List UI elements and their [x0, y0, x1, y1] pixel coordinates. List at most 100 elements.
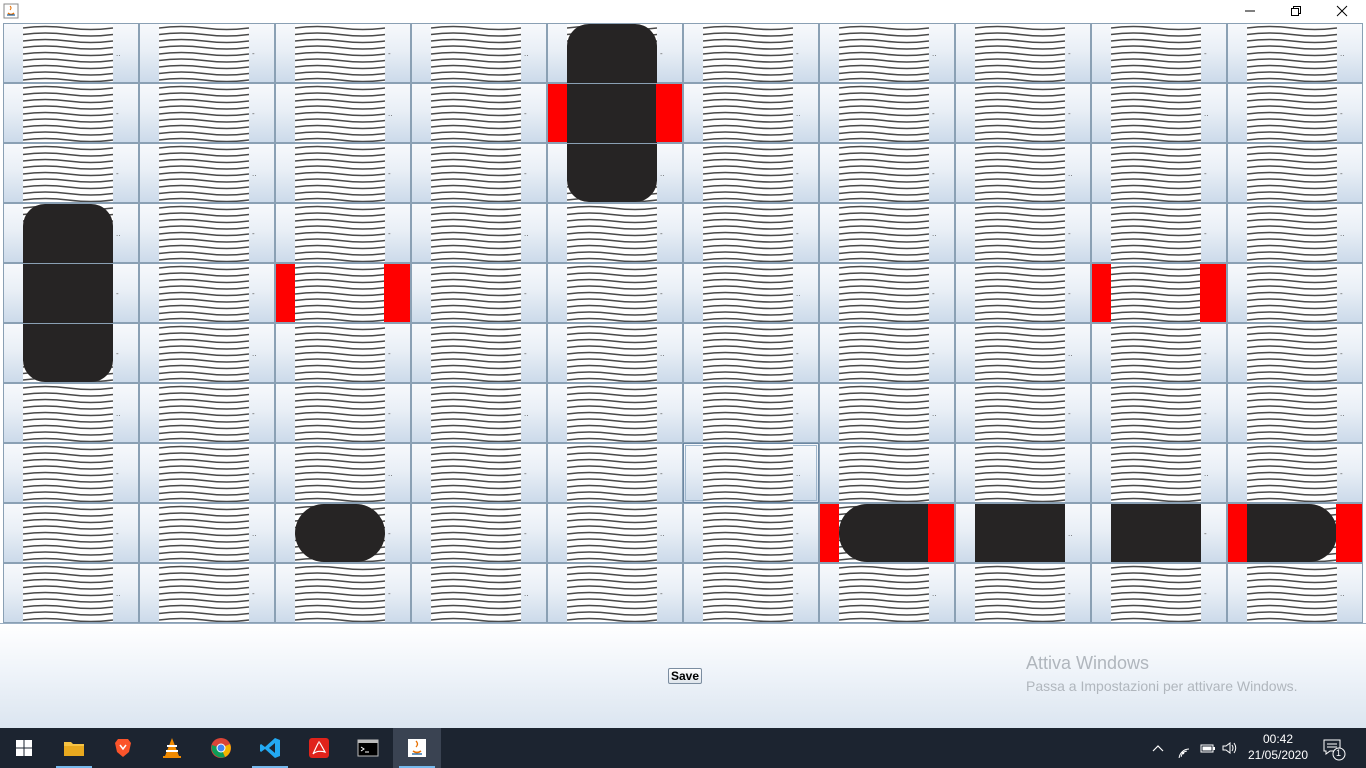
board-cell[interactable]: .. — [3, 563, 139, 623]
board-cell[interactable]: - — [411, 83, 547, 143]
board-cell[interactable]: - — [547, 443, 683, 503]
board-cell[interactable]: - — [1227, 83, 1363, 143]
board-cell[interactable]: - — [683, 323, 819, 383]
board-cell[interactable]: .. — [139, 323, 275, 383]
board-cell[interactable]: - — [1227, 323, 1363, 383]
board-cell[interactable]: - — [819, 143, 955, 203]
board-cell[interactable]: .. — [955, 143, 1091, 203]
board-cell[interactable]: - — [411, 443, 547, 503]
board-cell[interactable]: - — [683, 503, 819, 563]
board-cell[interactable]: .. — [1227, 203, 1363, 263]
notification-center-button[interactable]: 1 — [1322, 737, 1346, 761]
board-cell[interactable]: - — [3, 83, 139, 143]
taskbar-app-vlc[interactable] — [148, 728, 196, 768]
board-cell[interactable]: - — [1227, 263, 1363, 323]
board-cell[interactable]: - — [139, 383, 275, 443]
board-cell[interactable]: - — [275, 323, 411, 383]
close-button[interactable] — [1319, 0, 1365, 22]
board-cell[interactable]: - — [955, 203, 1091, 263]
board-cell[interactable]: .. — [411, 203, 547, 263]
board-cell[interactable]: - — [3, 143, 139, 203]
board-cell[interactable]: - — [819, 323, 955, 383]
board-cell[interactable]: - — [955, 263, 1091, 323]
board-cell[interactable]: - — [1091, 23, 1227, 83]
board-cell[interactable]: .. — [1227, 23, 1363, 83]
taskbar-app-terminal[interactable] — [344, 728, 392, 768]
taskbar-app-chrome[interactable] — [197, 728, 245, 768]
board-cell[interactable]: .. — [3, 23, 139, 83]
board-cell[interactable]: - — [819, 83, 955, 143]
board-cell[interactable]: - — [547, 563, 683, 623]
board-cell[interactable]: .. — [139, 143, 275, 203]
board-cell[interactable]: - — [139, 263, 275, 323]
board-cell[interactable]: - — [139, 203, 275, 263]
board-cell[interactable]: - — [819, 263, 955, 323]
board-cell[interactable]: - — [275, 23, 411, 83]
board-cell[interactable]: .. — [683, 443, 819, 503]
board-cell[interactable]: .. — [547, 323, 683, 383]
board-cell[interactable]: - — [955, 443, 1091, 503]
board-cell[interactable]: - — [411, 323, 547, 383]
board-cell[interactable]: .. — [683, 83, 819, 143]
board-cell[interactable]: .. — [3, 383, 139, 443]
board-cell[interactable]: .. — [275, 443, 411, 503]
taskbar-app-java[interactable] — [393, 728, 441, 768]
board-cell[interactable]: .. — [411, 563, 547, 623]
board-cell[interactable]: - — [683, 383, 819, 443]
start-button[interactable] — [0, 728, 48, 768]
board-cell[interactable]: - — [3, 443, 139, 503]
board-cell[interactable]: - — [955, 23, 1091, 83]
board-cell[interactable]: .. — [411, 383, 547, 443]
board-cell[interactable]: - — [411, 503, 547, 563]
board-cell[interactable]: - — [139, 83, 275, 143]
minimize-button[interactable] — [1227, 0, 1273, 22]
restore-button[interactable] — [1273, 0, 1319, 22]
board-cell[interactable]: - — [683, 23, 819, 83]
taskbar-app-file-explorer[interactable] — [50, 728, 98, 768]
battery-icon[interactable] — [1199, 738, 1217, 763]
save-button[interactable]: Save — [668, 668, 703, 684]
board-cell[interactable]: - — [1227, 143, 1363, 203]
board-cell[interactable]: - — [1091, 203, 1227, 263]
board-cell[interactable]: - — [275, 143, 411, 203]
board-cell[interactable]: - — [1227, 443, 1363, 503]
board-cell[interactable]: .. — [683, 263, 819, 323]
board-cell[interactable]: - — [955, 383, 1091, 443]
taskbar-app-brave-browser[interactable] — [99, 728, 147, 768]
board-cell[interactable]: - — [139, 563, 275, 623]
board-cell[interactable]: - — [411, 263, 547, 323]
board-cell[interactable]: - — [3, 503, 139, 563]
board-cell[interactable]: .. — [411, 23, 547, 83]
board-cell[interactable]: .. — [1091, 83, 1227, 143]
board-cell[interactable]: - — [683, 143, 819, 203]
board-cell[interactable]: - — [1091, 323, 1227, 383]
board-cell[interactable]: - — [275, 563, 411, 623]
board-cell[interactable]: - — [139, 23, 275, 83]
board-cell[interactable]: .. — [1227, 383, 1363, 443]
board-cell[interactable]: - — [683, 563, 819, 623]
taskbar-app-acrobat-reader[interactable] — [295, 728, 343, 768]
board-cell[interactable]: .. — [275, 83, 411, 143]
board-cell[interactable]: - — [1091, 383, 1227, 443]
board-cell[interactable]: - — [547, 383, 683, 443]
taskbar-app-vscode[interactable] — [246, 728, 294, 768]
board-cell[interactable]: .. — [1227, 563, 1363, 623]
system-clock[interactable]: 00:42 21/05/2020 — [1246, 731, 1310, 763]
board-cell[interactable]: .. — [819, 563, 955, 623]
board-cell[interactable]: - — [139, 443, 275, 503]
board-cell[interactable]: - — [275, 203, 411, 263]
chevron-up-icon[interactable] — [1151, 738, 1165, 763]
board-cell[interactable]: - — [683, 203, 819, 263]
board-cell[interactable]: .. — [819, 383, 955, 443]
board-cell[interactable]: - — [1091, 563, 1227, 623]
board-cell[interactable]: - — [411, 143, 547, 203]
board-cell[interactable]: .. — [819, 203, 955, 263]
volume-icon[interactable] — [1221, 738, 1239, 763]
board-cell[interactable]: - — [955, 83, 1091, 143]
board-cell[interactable]: - — [1091, 143, 1227, 203]
wifi-icon[interactable] — [1175, 738, 1193, 763]
board-cell[interactable]: - — [955, 563, 1091, 623]
board-cell[interactable]: - — [819, 443, 955, 503]
board-cell[interactable]: - — [547, 263, 683, 323]
board-cell[interactable]: .. — [547, 503, 683, 563]
